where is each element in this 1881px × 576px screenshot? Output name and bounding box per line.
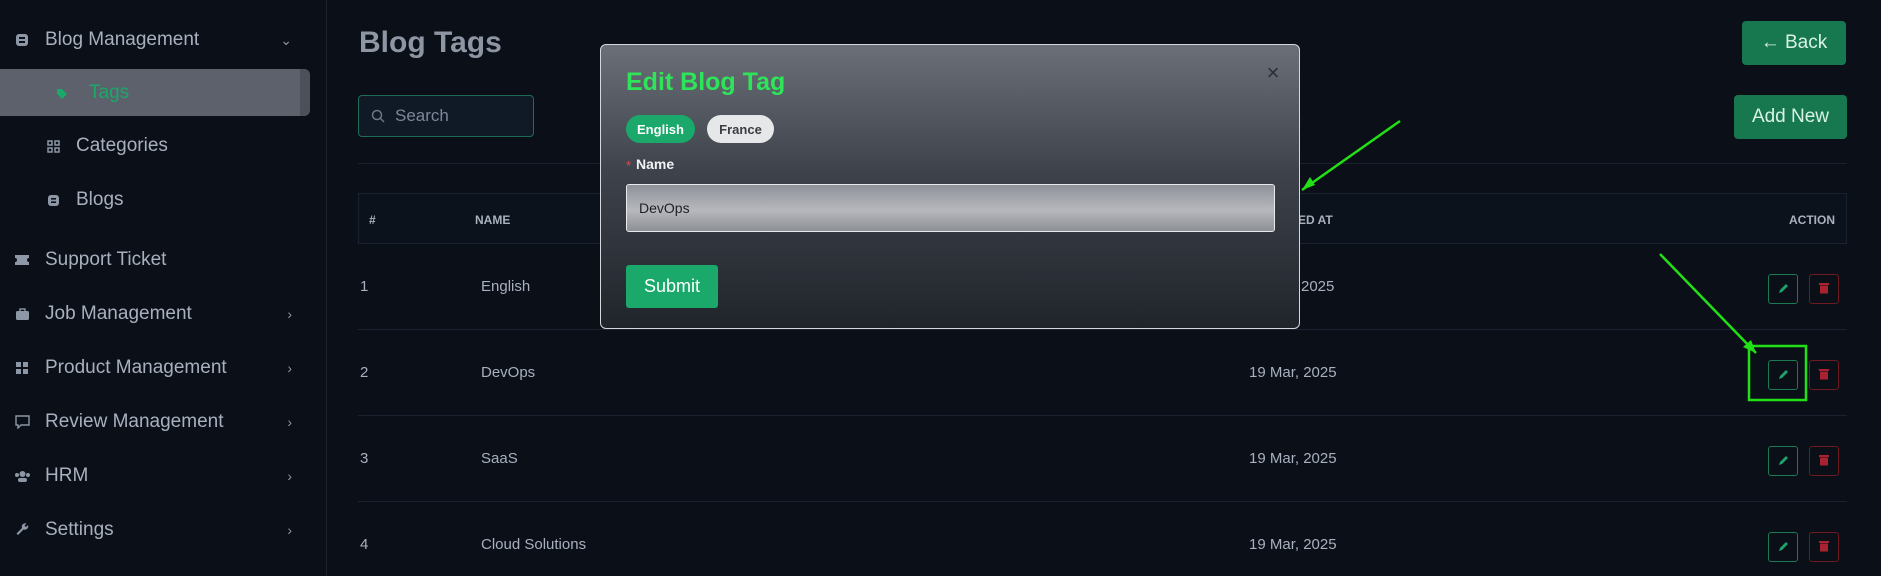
sidebar-item-label: Settings <box>45 519 114 540</box>
row-created-at: 19 Mar, 2025 <box>1249 536 1337 553</box>
sidebar-item-support-ticket[interactable]: Support Ticket <box>0 236 310 284</box>
sidebar-item-label: Product Management <box>45 357 227 378</box>
chevron-right-icon: › <box>287 360 292 376</box>
chevron-right-icon: › <box>287 468 292 484</box>
page-title: Blog Tags <box>359 26 502 59</box>
delete-button[interactable] <box>1809 274 1839 304</box>
table-row: 2 DevOps 19 Mar, 2025 <box>358 330 1847 416</box>
row-name: DevOps <box>481 364 536 381</box>
categories-icon <box>46 139 60 153</box>
trash-icon <box>1819 453 1829 470</box>
chevron-right-icon: › <box>287 522 292 538</box>
sidebar-item-label: Review Management <box>45 411 224 432</box>
add-new-button[interactable]: Add New <box>1734 95 1847 139</box>
row-created-at: 19 Mar, 2025 <box>1249 364 1337 381</box>
column-header-num: # <box>369 213 376 227</box>
sidebar-item-label: Job Management <box>45 303 192 324</box>
trash-icon <box>1819 281 1829 298</box>
sidebar-item-blogs[interactable]: Blogs <box>0 176 310 224</box>
row-number: 3 <box>360 450 369 467</box>
pencil-icon <box>1778 281 1789 298</box>
sidebar: Blog Management ⌄ Tags Categories Blogs <box>0 0 327 576</box>
table-row: 4 Cloud Solutions 19 Mar, 2025 <box>358 502 1847 576</box>
delete-button[interactable] <box>1809 360 1839 390</box>
annotation-arrow <box>1301 119 1401 192</box>
sidebar-item-hrm[interactable]: HRM › <box>0 452 310 500</box>
column-header-name: NAME <box>475 213 511 227</box>
delete-button[interactable] <box>1809 446 1839 476</box>
ticket-icon <box>13 251 31 269</box>
row-created-at: 19 Mar, 2025 <box>1249 450 1337 467</box>
language-tab-english[interactable]: English <box>626 115 695 143</box>
product-icon <box>13 359 31 377</box>
table-row: 3 SaaS 19 Mar, 2025 <box>358 416 1847 502</box>
row-number: 2 <box>360 364 369 381</box>
search-input[interactable] <box>395 106 515 126</box>
chevron-right-icon: › <box>287 414 292 430</box>
row-created-at: 2025 <box>1301 278 1335 295</box>
name-label: Name <box>636 156 675 172</box>
row-name: SaaS <box>481 450 518 467</box>
review-icon <box>13 413 31 431</box>
column-header-action: ACTION <box>1789 213 1835 227</box>
close-icon[interactable]: × <box>1263 62 1283 84</box>
app: Blog Management ⌄ Tags Categories Blogs <box>0 0 1881 576</box>
row-number: 4 <box>360 536 369 553</box>
sidebar-item-blog-management[interactable]: Blog Management ⌄ <box>0 16 310 64</box>
arrowhead <box>1302 177 1315 190</box>
chevron-down-icon: ⌄ <box>280 31 292 48</box>
active-indicator <box>300 69 310 116</box>
sidebar-item-label: Blog Management <box>45 29 200 50</box>
blog-icon <box>13 31 31 49</box>
search-icon <box>371 109 385 123</box>
sidebar-item-job-management[interactable]: Job Management › <box>0 290 310 338</box>
sidebar-item-categories[interactable]: Categories <box>0 122 310 170</box>
name-input[interactable] <box>626 184 1275 232</box>
sidebar-item-settings[interactable]: Settings › <box>0 506 310 554</box>
edit-button[interactable] <box>1768 532 1798 562</box>
pencil-icon <box>1778 453 1789 470</box>
users-icon <box>13 467 31 485</box>
delete-button[interactable] <box>1809 532 1839 562</box>
edit-tag-modal: Edit Blog Tag × English France * Name Su… <box>600 44 1300 329</box>
edit-button[interactable] <box>1768 360 1798 390</box>
edit-button[interactable] <box>1768 446 1798 476</box>
sidebar-item-label: Categories <box>76 135 168 156</box>
row-name: Cloud Solutions <box>481 536 587 553</box>
sidebar-item-label: Support Ticket <box>45 249 167 270</box>
modal-title: Edit Blog Tag <box>626 68 786 96</box>
trash-icon <box>1819 367 1829 384</box>
required-marker: * <box>626 158 632 173</box>
sidebar-item-label: HRM <box>45 465 89 486</box>
wrench-icon <box>13 521 31 539</box>
sidebar-item-product-management[interactable]: Product Management › <box>0 344 310 392</box>
edit-button[interactable] <box>1768 274 1798 304</box>
search-field[interactable] <box>358 95 534 137</box>
sidebar-item-tags[interactable]: Tags <box>0 69 310 116</box>
language-tab-france[interactable]: France <box>707 115 774 143</box>
row-name: English <box>481 278 531 295</box>
pencil-icon <box>1778 539 1789 556</box>
chevron-right-icon: › <box>287 306 292 322</box>
row-number: 1 <box>360 278 369 295</box>
blog-icon <box>46 193 60 207</box>
sidebar-item-label: Blogs <box>76 189 124 210</box>
sidebar-item-label: Tags <box>89 82 130 103</box>
briefcase-icon <box>13 305 31 323</box>
pencil-icon <box>1778 367 1789 384</box>
sidebar-item-review-management[interactable]: Review Management › <box>0 398 310 446</box>
submit-button[interactable]: Submit <box>626 265 718 308</box>
back-button[interactable]: ← Back <box>1742 21 1846 65</box>
trash-icon <box>1819 539 1829 556</box>
tag-icon <box>56 87 68 99</box>
